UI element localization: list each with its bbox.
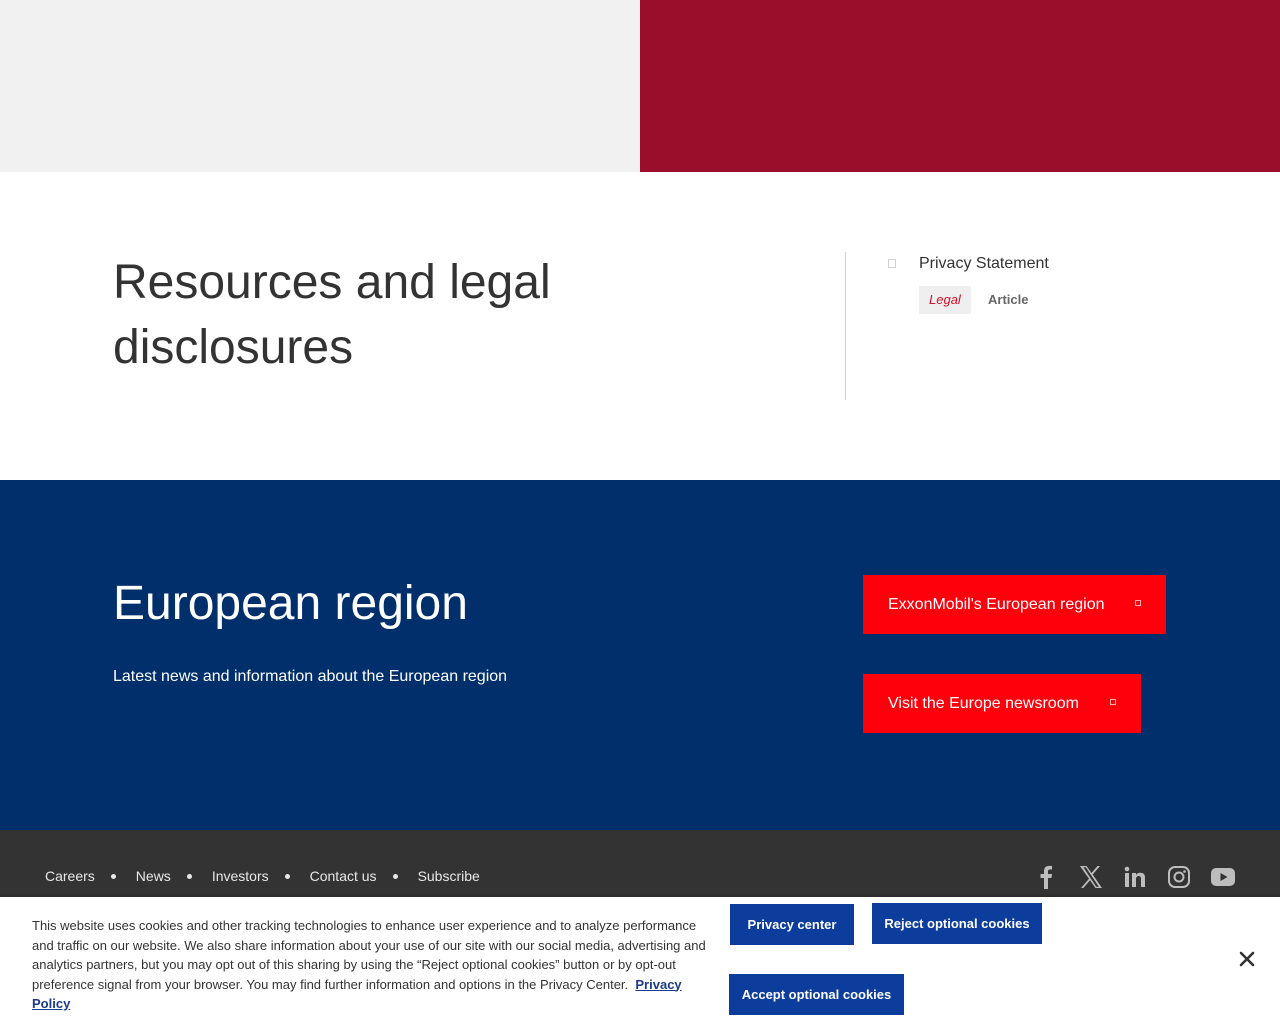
footer-link-subscribe[interactable]: Subscribe xyxy=(418,868,480,884)
european-region-button-label: ExxonMobil's European region xyxy=(888,595,1105,613)
hero-left-panel xyxy=(0,0,640,172)
footer-nav: Careers News Investors Contact us Subscr… xyxy=(45,868,480,884)
reject-cookies-button[interactable]: Reject optional cookies xyxy=(872,903,1042,944)
external-link-icon xyxy=(1110,699,1116,705)
cookie-banner: This website uses cookies and other trac… xyxy=(0,897,1280,1024)
content-type-label: Article xyxy=(988,292,1029,307)
cookie-message: This website uses cookies and other trac… xyxy=(32,918,706,992)
x-icon[interactable] xyxy=(1078,864,1104,890)
nav-separator xyxy=(110,873,116,879)
region-description: Latest news and information about the Eu… xyxy=(113,668,508,685)
europe-newsroom-button[interactable]: Visit the Europe newsroom xyxy=(863,674,1141,733)
tag-legal[interactable]: Legal xyxy=(919,286,971,314)
close-icon[interactable] xyxy=(1237,949,1257,969)
accept-cookies-button[interactable]: Accept optional cookies xyxy=(729,974,904,1015)
hero-banner xyxy=(0,0,1280,172)
cookie-text-block: This website uses cookies and other trac… xyxy=(32,916,712,1014)
footer-link-investors[interactable]: Investors xyxy=(212,868,269,884)
linkedin-icon[interactable] xyxy=(1122,864,1148,890)
resources-title: Resources and legal disclosures xyxy=(113,256,551,374)
european-region-button[interactable]: ExxonMobil's European region xyxy=(863,575,1166,634)
nav-separator xyxy=(284,873,290,879)
facebook-icon[interactable] xyxy=(1033,864,1059,890)
footer-link-news[interactable]: News xyxy=(136,868,171,884)
nav-separator xyxy=(186,873,192,879)
privacy-center-button[interactable]: Privacy center xyxy=(730,904,854,945)
external-link-icon xyxy=(1135,600,1141,606)
footer-link-careers[interactable]: Careers xyxy=(45,868,95,884)
resources-section: Resources and legal disclosures Privacy … xyxy=(0,172,1280,480)
footer-link-contact[interactable]: Contact us xyxy=(310,868,377,884)
section-divider xyxy=(845,252,846,400)
europe-newsroom-button-label: Visit the Europe newsroom xyxy=(888,694,1079,712)
region-title: European region xyxy=(113,577,468,630)
instagram-icon[interactable] xyxy=(1166,864,1192,890)
nav-separator xyxy=(392,873,398,879)
privacy-statement-link[interactable]: Privacy Statement xyxy=(919,255,1049,273)
youtube-icon[interactable] xyxy=(1210,864,1236,890)
document-icon xyxy=(888,259,896,268)
european-region-section: European region Latest news and informat… xyxy=(0,480,1280,830)
hero-right-panel xyxy=(640,0,1280,172)
